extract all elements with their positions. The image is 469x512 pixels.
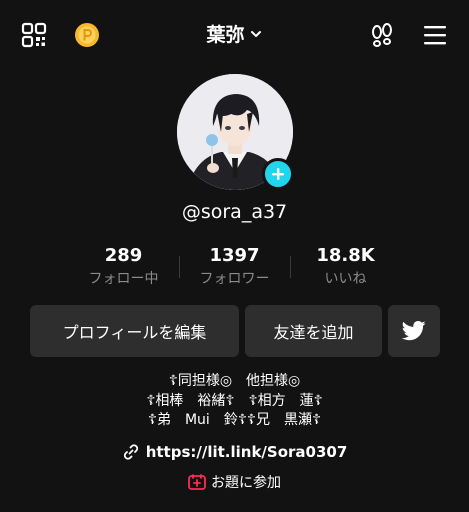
add-topic-icon xyxy=(188,474,206,490)
stat-followers-label: フォロワー xyxy=(199,271,270,287)
stat-followers[interactable]: 1397 フォロワー xyxy=(179,244,290,294)
link-icon xyxy=(123,444,138,460)
stat-following-value: 289 xyxy=(104,245,143,266)
bio-line: ☦同担様◎ 他担様◎ xyxy=(168,373,301,389)
footprint-icon[interactable] xyxy=(368,22,396,50)
profile-link[interactable]: https://lit.link/Sora0307 xyxy=(0,443,469,465)
add-avatar-button[interactable] xyxy=(262,158,294,190)
twitter-icon xyxy=(402,321,426,341)
chevron-down-icon xyxy=(250,30,261,37)
account-name: 葉弥 xyxy=(206,24,245,46)
menu-icon[interactable] xyxy=(423,24,447,46)
twitter-button[interactable] xyxy=(388,305,440,357)
stat-followers-value: 1397 xyxy=(209,245,260,266)
profile-handle: @sora_a37 xyxy=(181,201,288,223)
add-friends-button[interactable]: 友達を追加 xyxy=(245,305,382,357)
join-topic-label: お題に参加 xyxy=(211,475,281,491)
profile-link-text: https://lit.link/Sora0307 xyxy=(145,443,348,461)
stat-likes-value: 18.8K xyxy=(316,245,375,266)
bio-line: ☦相棒 裕緒☦ ☦相方 蓮☦ xyxy=(146,392,323,409)
profile-stats: 289 フォロー中 1397 フォロワー 18.8K いいね xyxy=(68,244,401,294)
plus-icon xyxy=(272,168,284,180)
top-bar: 葉弥 xyxy=(0,0,469,70)
avatar-container xyxy=(177,74,294,190)
account-switcher[interactable]: 葉弥 xyxy=(0,20,469,50)
profile-bio: ☦同担様◎ 他担様◎ ☦相棒 裕緒☦ ☦相方 蓮☦ ☦弟 Mui 鈴☦☦兄 黒瀬… xyxy=(0,372,469,431)
stat-following-label: フォロー中 xyxy=(88,271,159,287)
join-topic-button[interactable]: お題に参加 xyxy=(0,472,469,494)
stat-following[interactable]: 289 フォロー中 xyxy=(68,244,179,294)
edit-profile-button[interactable]: プロフィールを編集 xyxy=(30,305,239,357)
bio-line: ☦弟 Mui 鈴☦☦兄 黒瀬☦ xyxy=(147,412,322,428)
stat-likes-label: いいね xyxy=(324,271,367,287)
stat-likes[interactable]: 18.8K いいね xyxy=(290,244,401,294)
